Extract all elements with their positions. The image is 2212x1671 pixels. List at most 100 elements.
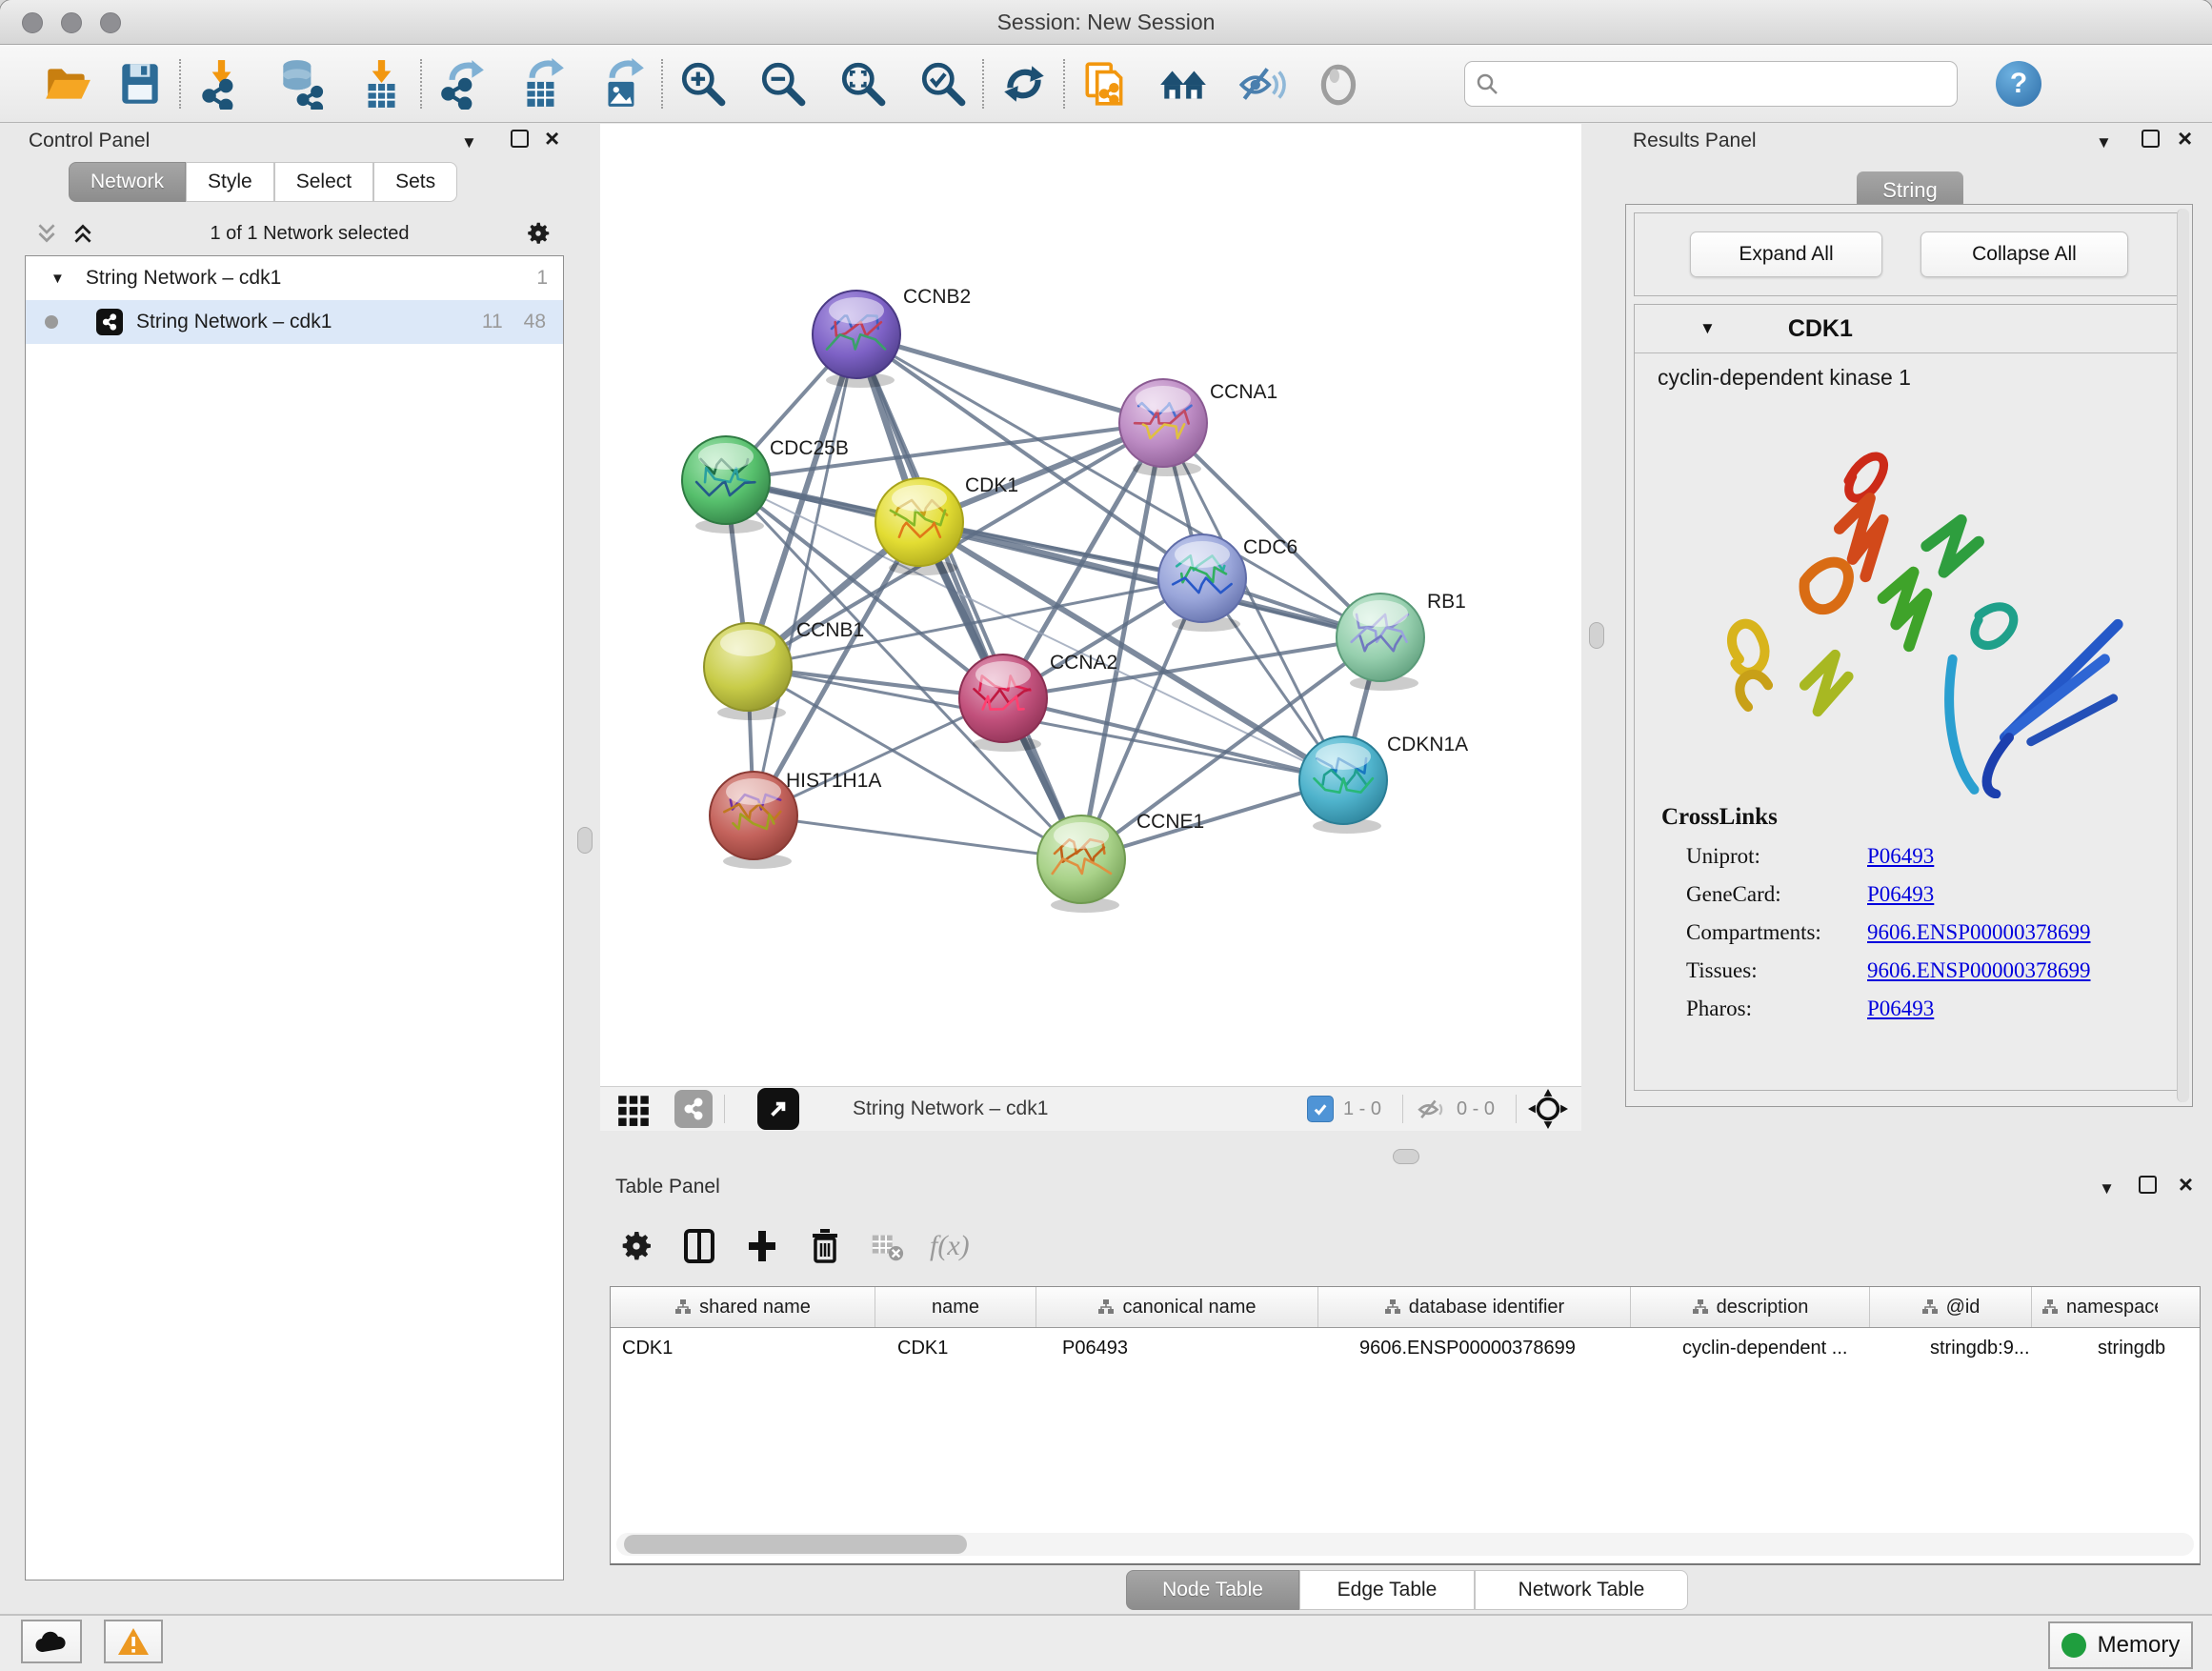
zoom-in-button[interactable] (677, 58, 729, 110)
network-node-CCNA2[interactable] (959, 654, 1047, 752)
results-panel-close-icon[interactable]: × (2178, 124, 2192, 153)
crosslink-label: Tissues: (1686, 958, 1867, 983)
crosslink-link[interactable]: P06493 (1867, 882, 1934, 907)
node-label: CDC6 (1243, 536, 1297, 558)
node-label: CCNA2 (1050, 652, 1117, 674)
expand-all-button[interactable]: Expand All (1690, 232, 1882, 277)
column-header[interactable]: namespace (2032, 1287, 2200, 1327)
table-panel-close-icon[interactable]: × (2179, 1170, 2193, 1199)
import-network-button[interactable] (195, 58, 247, 110)
collection-expand-icon[interactable]: ▼ (50, 271, 65, 287)
network-edge[interactable] (754, 334, 856, 815)
column-header[interactable]: @id (1870, 1287, 2032, 1327)
network-canvas[interactable]: CCNB2CCNA1CDC25BCDK1CDC6RB1CCNB1CCNA2CDK… (600, 124, 1581, 1086)
results-scrollbar[interactable] (2177, 209, 2189, 1102)
export-table-button[interactable] (516, 58, 568, 110)
gear-icon[interactable] (524, 219, 553, 248)
network-node-HIST1H1A[interactable] (710, 772, 797, 869)
network-node-CCNE1[interactable] (1037, 815, 1125, 913)
right-splitter-handle[interactable] (1589, 622, 1604, 649)
left-splitter-handle[interactable] (577, 827, 593, 854)
import-network-from-database-button[interactable] (275, 58, 327, 110)
table-settings-gear-icon[interactable] (617, 1227, 655, 1265)
network-node-CDKN1A[interactable] (1299, 736, 1387, 834)
crosslink-link[interactable]: P06493 (1867, 997, 1934, 1021)
detach-view-icon[interactable] (757, 1088, 799, 1130)
gene-description: cyclin-dependent kinase 1 (1635, 353, 2183, 391)
cell-id: stringdb:9... (1911, 1338, 2082, 1359)
crosslink-link[interactable]: P06493 (1867, 844, 1934, 869)
network-edge[interactable] (754, 815, 1081, 859)
import-network-from-clipboard-button[interactable] (1079, 58, 1131, 110)
warning-status-button[interactable] (104, 1620, 163, 1663)
tab-network-table[interactable]: Network Table (1475, 1570, 1688, 1610)
control-panel-close-icon[interactable]: × (545, 124, 559, 153)
tab-network[interactable]: Network (69, 162, 186, 202)
results-panel-float-icon[interactable] (2142, 130, 2160, 148)
control-panel-float-icon[interactable] (511, 130, 529, 148)
birds-eye-icon[interactable] (1528, 1089, 1568, 1129)
export-network-button[interactable] (436, 58, 488, 110)
open-session-button[interactable] (42, 58, 93, 110)
delete-column-trash-icon[interactable] (806, 1227, 844, 1265)
network-node-CCNB2[interactable] (813, 291, 900, 388)
tab-edge-table[interactable]: Edge Table (1299, 1570, 1475, 1610)
network-edge[interactable] (856, 334, 1163, 423)
zoom-fit-button[interactable] (837, 58, 889, 110)
collapse-all-chevron-icon[interactable] (34, 221, 59, 246)
show-columns-icon[interactable] (680, 1227, 718, 1265)
network-node-RB1[interactable] (1337, 594, 1424, 691)
selected-checkbox[interactable] (1307, 1096, 1334, 1122)
table-panel-float-icon[interactable] (2139, 1176, 2157, 1194)
share-view-icon[interactable] (674, 1090, 713, 1128)
control-panel-menu-icon[interactable]: ▼ (461, 133, 477, 152)
network-node-CCNA1[interactable] (1119, 379, 1207, 476)
network-node-CDC6[interactable] (1158, 534, 1246, 632)
table-splitter-handle[interactable] (1393, 1149, 1419, 1164)
column-header[interactable]: description (1631, 1287, 1870, 1327)
zoom-out-button[interactable] (757, 58, 809, 110)
tab-sets[interactable]: Sets (373, 162, 457, 202)
help-button[interactable]: ? (1996, 61, 2041, 107)
memory-button[interactable]: Memory (2048, 1621, 2193, 1669)
column-header[interactable]: database identifier (1318, 1287, 1631, 1327)
crosslink-link[interactable]: 9606.ENSP00000378699 (1867, 958, 2091, 983)
hidden-eye-icon[interactable] (1415, 1093, 1447, 1125)
table-row[interactable]: CDK1 CDK1 P06493 9606.ENSP00000378699 cy… (611, 1328, 2200, 1368)
search-input[interactable] (1499, 71, 1947, 95)
network-node-CDC25B[interactable] (682, 436, 770, 534)
column-header[interactable]: name (875, 1287, 1036, 1327)
scrollbar-thumb[interactable] (624, 1535, 967, 1554)
refresh-button[interactable] (998, 58, 1050, 110)
cloud-status-button[interactable] (21, 1620, 82, 1663)
tab-node-table[interactable]: Node Table (1126, 1570, 1299, 1610)
table-horizontal-scrollbar[interactable] (616, 1533, 2194, 1556)
add-column-icon[interactable] (743, 1227, 781, 1265)
network-collection-row[interactable]: ▼ String Network – cdk1 1 (26, 256, 563, 300)
network-edge[interactable] (1003, 698, 1343, 780)
table-panel-menu-icon[interactable]: ▼ (2099, 1179, 2115, 1198)
network-row[interactable]: String Network – cdk1 11 48 (26, 300, 563, 344)
expand-all-chevron-icon[interactable] (70, 221, 95, 246)
string-home-button[interactable] (1157, 58, 1209, 110)
control-panel-title: Control Panel (29, 130, 150, 152)
column-header[interactable]: shared name (611, 1287, 875, 1327)
section-collapse-icon[interactable]: ▼ (1699, 319, 1716, 338)
export-image-button[interactable] (596, 58, 648, 110)
current-network-dot-icon (45, 315, 58, 329)
crosslink-link[interactable]: 9606.ENSP00000378699 (1867, 920, 2091, 945)
collapse-all-button[interactable]: Collapse All (1920, 232, 2128, 277)
search-field[interactable] (1464, 61, 1958, 107)
zoom-selected-button[interactable] (917, 58, 969, 110)
tab-style[interactable]: Style (186, 162, 274, 202)
results-panel-menu-icon[interactable]: ▼ (2096, 133, 2112, 152)
column-header[interactable]: canonical name (1036, 1287, 1318, 1327)
network-node-CCNB1[interactable] (704, 623, 792, 720)
tab-select[interactable]: Select (274, 162, 373, 202)
import-table-button[interactable] (355, 58, 407, 110)
show-graphics-details-button[interactable] (1314, 58, 1365, 110)
grid-view-icon[interactable] (615, 1091, 652, 1127)
gene-section-header[interactable]: ▼ CDK1 (1635, 305, 2183, 353)
save-session-button[interactable] (114, 58, 166, 110)
toggle-glass-effect-button[interactable] (1236, 58, 1287, 110)
